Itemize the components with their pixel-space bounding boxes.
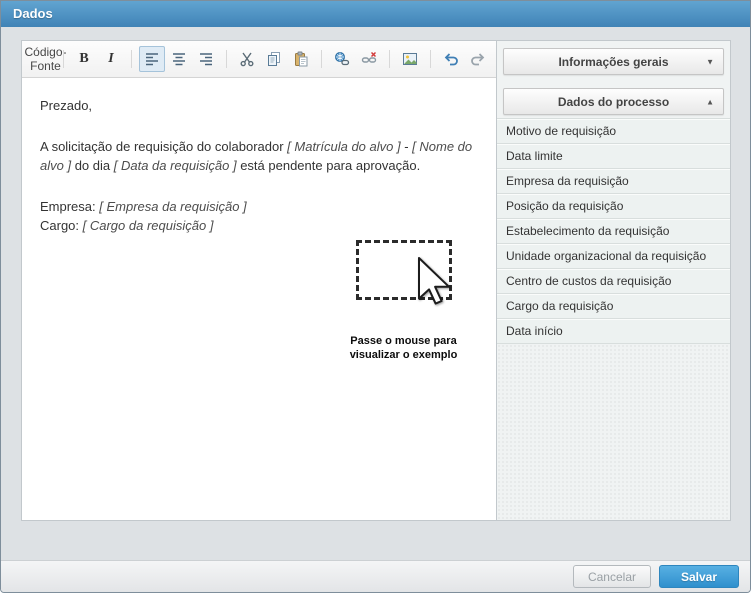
source-code-label: Código-Fonte <box>24 45 66 73</box>
placeholder-data: [ Data da requisição ] <box>114 158 237 173</box>
cut-icon <box>239 51 255 67</box>
editor-toolbar: Código-Fonte B I <box>22 41 496 78</box>
link-icon <box>334 51 350 67</box>
unlink-button[interactable] <box>356 46 382 72</box>
mouse-cursor-icon <box>418 256 452 306</box>
hover-hint-text: Passe o mouse para visualizar o exemplo <box>326 334 481 363</box>
dialog-title: Dados <box>13 6 53 21</box>
toolbar-separator <box>63 50 64 68</box>
field-item-centro-custos[interactable]: Centro de custos da requisição <box>497 269 730 294</box>
undo-icon <box>443 51 459 67</box>
bold-icon: B <box>79 51 88 67</box>
cargo-line: Cargo: [ Cargo da requisição ] <box>40 216 478 236</box>
accordion-label: Informações gerais <box>558 55 668 69</box>
editor-panel: Código-Fonte B I <box>21 40 731 521</box>
accordion-informacoes-gerais[interactable]: Informações gerais ▼ <box>503 48 724 75</box>
dados-dialog: Dados Código-Fonte B <box>0 0 751 593</box>
dialog-footer: Cancelar Salvar <box>1 560 750 592</box>
toolbar-separator <box>430 50 431 68</box>
greeting-text: Prezado, <box>40 96 478 116</box>
toolbar-separator <box>389 50 390 68</box>
paste-button[interactable] <box>288 46 314 72</box>
undo-button[interactable] <box>438 46 464 72</box>
align-center-icon <box>171 51 187 67</box>
hover-example[interactable]: Passe o mouse para visualizar o exemplo <box>326 240 481 363</box>
rich-text-editor: Código-Fonte B I <box>22 41 496 520</box>
unlink-icon <box>361 51 377 67</box>
placeholder-cargo: [ Cargo da requisição ] <box>83 218 214 233</box>
copy-button[interactable] <box>261 46 287 72</box>
accordion-label: Dados do processo <box>558 95 669 109</box>
italic-button[interactable]: I <box>98 46 124 72</box>
placeholder-matricula: [ Matrícula do alvo ] <box>287 139 400 154</box>
align-left-icon <box>144 51 160 67</box>
toolbar-separator <box>226 50 227 68</box>
field-item-unidade-organizacional[interactable]: Unidade organizacional da requisição <box>497 244 730 269</box>
editor-content[interactable]: Prezado, A solicitação de requisição do … <box>22 78 496 520</box>
image-icon <box>402 51 418 67</box>
placeholder-empresa: [ Empresa da requisição ] <box>99 199 246 214</box>
field-item-cargo[interactable]: Cargo da requisição <box>497 294 730 319</box>
field-item-data-limite[interactable]: Data limite <box>497 144 730 169</box>
field-item-data-inicio[interactable]: Data início <box>497 319 730 344</box>
field-item-motivo[interactable]: Motivo de requisição <box>497 119 730 144</box>
link-button[interactable] <box>329 46 355 72</box>
field-item-empresa[interactable]: Empresa da requisição <box>497 169 730 194</box>
cancel-button[interactable]: Cancelar <box>573 565 651 588</box>
toolbar-separator <box>321 50 322 68</box>
dialog-titlebar: Dados <box>1 1 750 27</box>
save-button[interactable]: Salvar <box>659 565 739 588</box>
chevron-up-icon: ▲ <box>706 97 714 106</box>
align-center-button[interactable] <box>166 46 192 72</box>
dialog-body: Código-Fonte B I <box>1 27 750 560</box>
field-item-estabelecimento[interactable]: Estabelecimento da requisição <box>497 219 730 244</box>
align-right-icon <box>198 51 214 67</box>
field-item-posicao[interactable]: Posição da requisição <box>497 194 730 219</box>
empresa-line: Empresa: [ Empresa da requisição ] <box>40 197 478 217</box>
paste-icon <box>293 51 309 67</box>
toolbar-separator <box>131 50 132 68</box>
redo-icon <box>470 51 486 67</box>
field-list: Motivo de requisição Data limite Empresa… <box>497 118 730 344</box>
align-right-button[interactable] <box>193 46 219 72</box>
redo-button[interactable] <box>465 46 491 72</box>
cut-button[interactable] <box>234 46 260 72</box>
align-left-button[interactable] <box>139 46 165 72</box>
italic-icon: I <box>108 51 113 67</box>
copy-icon <box>266 51 282 67</box>
bold-button[interactable]: B <box>71 46 97 72</box>
chevron-down-icon: ▼ <box>706 57 714 66</box>
source-code-button[interactable]: Código-Fonte <box>30 46 56 72</box>
body-paragraph: A solicitação de requisição do colaborad… <box>40 137 478 176</box>
fields-sidebar: Informações gerais ▼ Dados do processo ▲… <box>496 41 730 520</box>
image-button[interactable] <box>397 46 423 72</box>
accordion-dados-processo[interactable]: Dados do processo ▲ <box>503 88 724 115</box>
sidebar-empty-area <box>497 344 730 520</box>
